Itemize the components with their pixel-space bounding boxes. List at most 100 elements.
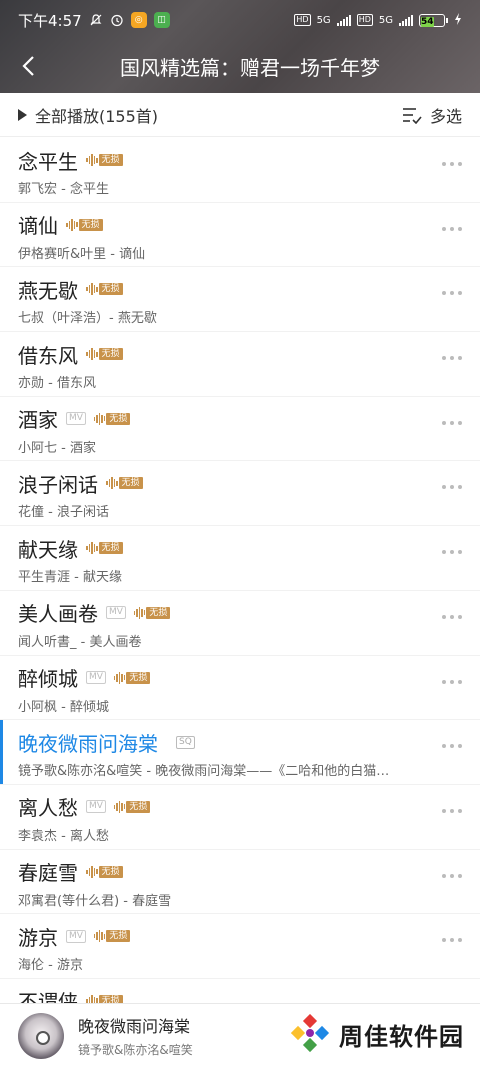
more-options-icon[interactable] xyxy=(442,420,462,425)
soundwave-icon xyxy=(106,476,118,490)
battery-icon: 54 xyxy=(419,13,448,27)
song-artist-album: 李袁杰 - 离人愁 xyxy=(18,828,109,844)
multi-select-icon xyxy=(402,107,422,124)
network-label: 5G xyxy=(316,14,331,26)
lossless-label: 无损 xyxy=(118,477,143,490)
song-row[interactable]: 春庭雪 无损邓寓君(等什么君) - 春庭雪 xyxy=(0,850,480,915)
back-button[interactable] xyxy=(12,50,44,82)
song-row[interactable]: 献天缘 无损 平生青涯 - 献天缘 xyxy=(0,526,480,591)
lossless-label: 无损 xyxy=(126,800,151,813)
lossless-label: 无损 xyxy=(106,412,131,425)
more-options-icon[interactable] xyxy=(442,808,462,813)
mini-player[interactable]: 晚夜微雨问海棠 镜予歌&陈亦洺&喧笑 周佳软件园 xyxy=(0,1003,480,1067)
song-row[interactable]: 醉倾城 MV 无损 小阿枫 - 醉倾城 xyxy=(0,656,480,721)
lossless-badge: 无损 xyxy=(113,671,151,685)
song-title: 春庭雪 xyxy=(18,861,78,886)
lossless-badge: 无损 xyxy=(93,929,131,943)
signal-icon-2 xyxy=(399,14,413,26)
more-options-icon[interactable] xyxy=(442,226,462,231)
more-options-icon[interactable] xyxy=(442,485,462,490)
title-bar: 国风精选篇：赠君一场千年梦 xyxy=(0,40,480,93)
song-title: 念平生 xyxy=(18,149,78,174)
song-row[interactable]: 念平生 无损郭飞宏 - 念平生 xyxy=(0,138,480,203)
song-artist-album: 花僮 - 浪子闲话 xyxy=(18,505,109,521)
song-title: 晚夜微雨问海棠 xyxy=(18,731,158,756)
mute-bell-icon xyxy=(89,13,103,27)
soundwave-icon xyxy=(86,282,98,296)
watermark-text: 周佳软件园 xyxy=(339,1022,464,1051)
lossless-badge: 无损 xyxy=(106,476,143,490)
lossless-label: 无损 xyxy=(98,542,123,555)
song-row[interactable]: 晚夜微雨问海棠 SQ 镜予歌&陈亦洺&喧笑 - 晚夜微雨问海棠——《二哈和他的白猫… xyxy=(0,720,480,785)
now-playing-info[interactable]: 晚夜微雨问海棠 镜予歌&陈亦洺&喧笑 xyxy=(78,1013,193,1058)
more-options-icon[interactable] xyxy=(442,614,462,619)
more-options-icon[interactable] xyxy=(442,162,462,166)
network-label-2: 5G xyxy=(378,14,393,26)
more-options-icon[interactable] xyxy=(442,679,462,684)
multi-select-button[interactable]: 多选 xyxy=(402,103,462,127)
more-options-icon[interactable] xyxy=(442,938,462,943)
song-row[interactable]: 游京 MV 无损 海伦 - 游京 xyxy=(0,914,480,979)
more-options-icon[interactable] xyxy=(442,744,462,749)
app-notification-icon-2: ◫ xyxy=(153,12,170,28)
signal-icon xyxy=(336,14,351,26)
song-list: 念平生 无损 郭飞宏 - 念平生 谪仙 无损 伊格赛听&叶里 - 谪仙 燕无歇 无损 七叔（叶泽… xyxy=(0,138,480,1044)
lossless-label: 无损 xyxy=(146,606,171,619)
song-title: 借东风 xyxy=(18,343,78,368)
song-artist-album: 邓寓君(等什么君) - 春庭雪 xyxy=(18,893,172,909)
lossless-badge: 无损 xyxy=(86,541,123,555)
soundwave-icon xyxy=(66,218,78,232)
song-row[interactable]: 浪子闲话 无损 花僮 - 浪子闲话 xyxy=(0,461,480,527)
mv-badge[interactable]: MV xyxy=(86,671,106,684)
song-row[interactable]: 借东风 无损 亦勋 - 借东风 xyxy=(0,332,480,397)
song-artist-album: 亦勋 - 借东风 xyxy=(18,376,96,392)
more-options-icon[interactable] xyxy=(442,356,462,361)
lossless-label: 无损 xyxy=(106,930,131,943)
more-options-icon[interactable] xyxy=(442,550,462,555)
song-row[interactable]: 美人画卷 MV 无损闻人听書_ - 美人画卷 xyxy=(0,591,480,656)
page-title: 国风精选篇：赠君一场千年梦 xyxy=(120,56,380,80)
lossless-label: 无损 xyxy=(98,865,123,878)
album-cover[interactable] xyxy=(18,1012,64,1059)
mv-badge[interactable]: MV xyxy=(106,606,126,620)
soundwave-icon xyxy=(93,412,106,426)
more-options-icon[interactable] xyxy=(442,873,462,878)
play-all-button[interactable]: 全部播放(155首) xyxy=(18,103,158,127)
now-playing-artist: 镜予歌&陈亦洺&喧笑 xyxy=(78,1043,193,1057)
mv-badge[interactable]: MV xyxy=(66,929,86,943)
more-options-icon[interactable] xyxy=(442,291,462,296)
song-artist-album: 闻人听書_ - 美人画卷 xyxy=(18,634,142,650)
status-bar: 下午4:57 ◎ ◫ HD 5G HD 5G 54 xyxy=(0,0,480,40)
charging-icon xyxy=(454,12,462,28)
song-artist-album: 平生青涯 - 献天缘 xyxy=(18,570,122,586)
song-row[interactable]: 离人愁 MV 无损李袁杰 - 离人愁 xyxy=(0,785,480,850)
alarm-icon xyxy=(110,13,124,27)
hd-badge: HD xyxy=(294,14,311,26)
song-title: 燕无歇 xyxy=(18,278,78,303)
song-title: 游京 xyxy=(18,925,58,950)
lossless-badge: 无损 xyxy=(86,865,123,879)
sq-badge: SQ xyxy=(176,735,195,749)
song-row[interactable]: 酒家 MV 无损 小阿七 - 酒家 xyxy=(0,397,480,462)
song-title: 美人画卷 xyxy=(18,602,98,627)
lossless-badge: 无损 xyxy=(93,412,131,426)
header: 下午4:57 ◎ ◫ HD 5G HD 5G 54 国风精选篇：赠君一场千年梦 xyxy=(0,0,480,93)
mv-badge[interactable]: MV xyxy=(66,412,86,426)
song-title: 醉倾城 xyxy=(18,667,78,691)
now-playing-title: 晚夜微雨问海棠 xyxy=(78,1017,191,1036)
song-artist-album: 小阿枫 - 醉倾城 xyxy=(18,699,109,715)
lossless-badge: 无损 xyxy=(66,218,103,232)
song-row[interactable]: 谪仙 无损 伊格赛听&叶里 - 谪仙 xyxy=(0,203,480,268)
song-artist-album: 郭飞宏 - 念平生 xyxy=(18,182,109,197)
chevron-left-icon xyxy=(22,56,34,76)
mv-badge[interactable]: MV xyxy=(86,800,106,814)
list-toolbar: 全部播放(155首) 多选 xyxy=(0,93,480,137)
lossless-badge: 无损 xyxy=(86,153,123,167)
hd-badge-2: HD xyxy=(356,14,373,26)
lossless-label: 无损 xyxy=(78,218,103,231)
lossless-badge: 无损 xyxy=(86,282,123,296)
song-row[interactable]: 燕无歇 无损 七叔（叶泽浩）- 燕无歇 xyxy=(0,267,480,333)
song-title: 离人愁 xyxy=(18,796,78,821)
soundwave-icon xyxy=(86,865,98,879)
soundwave-icon xyxy=(86,347,98,361)
